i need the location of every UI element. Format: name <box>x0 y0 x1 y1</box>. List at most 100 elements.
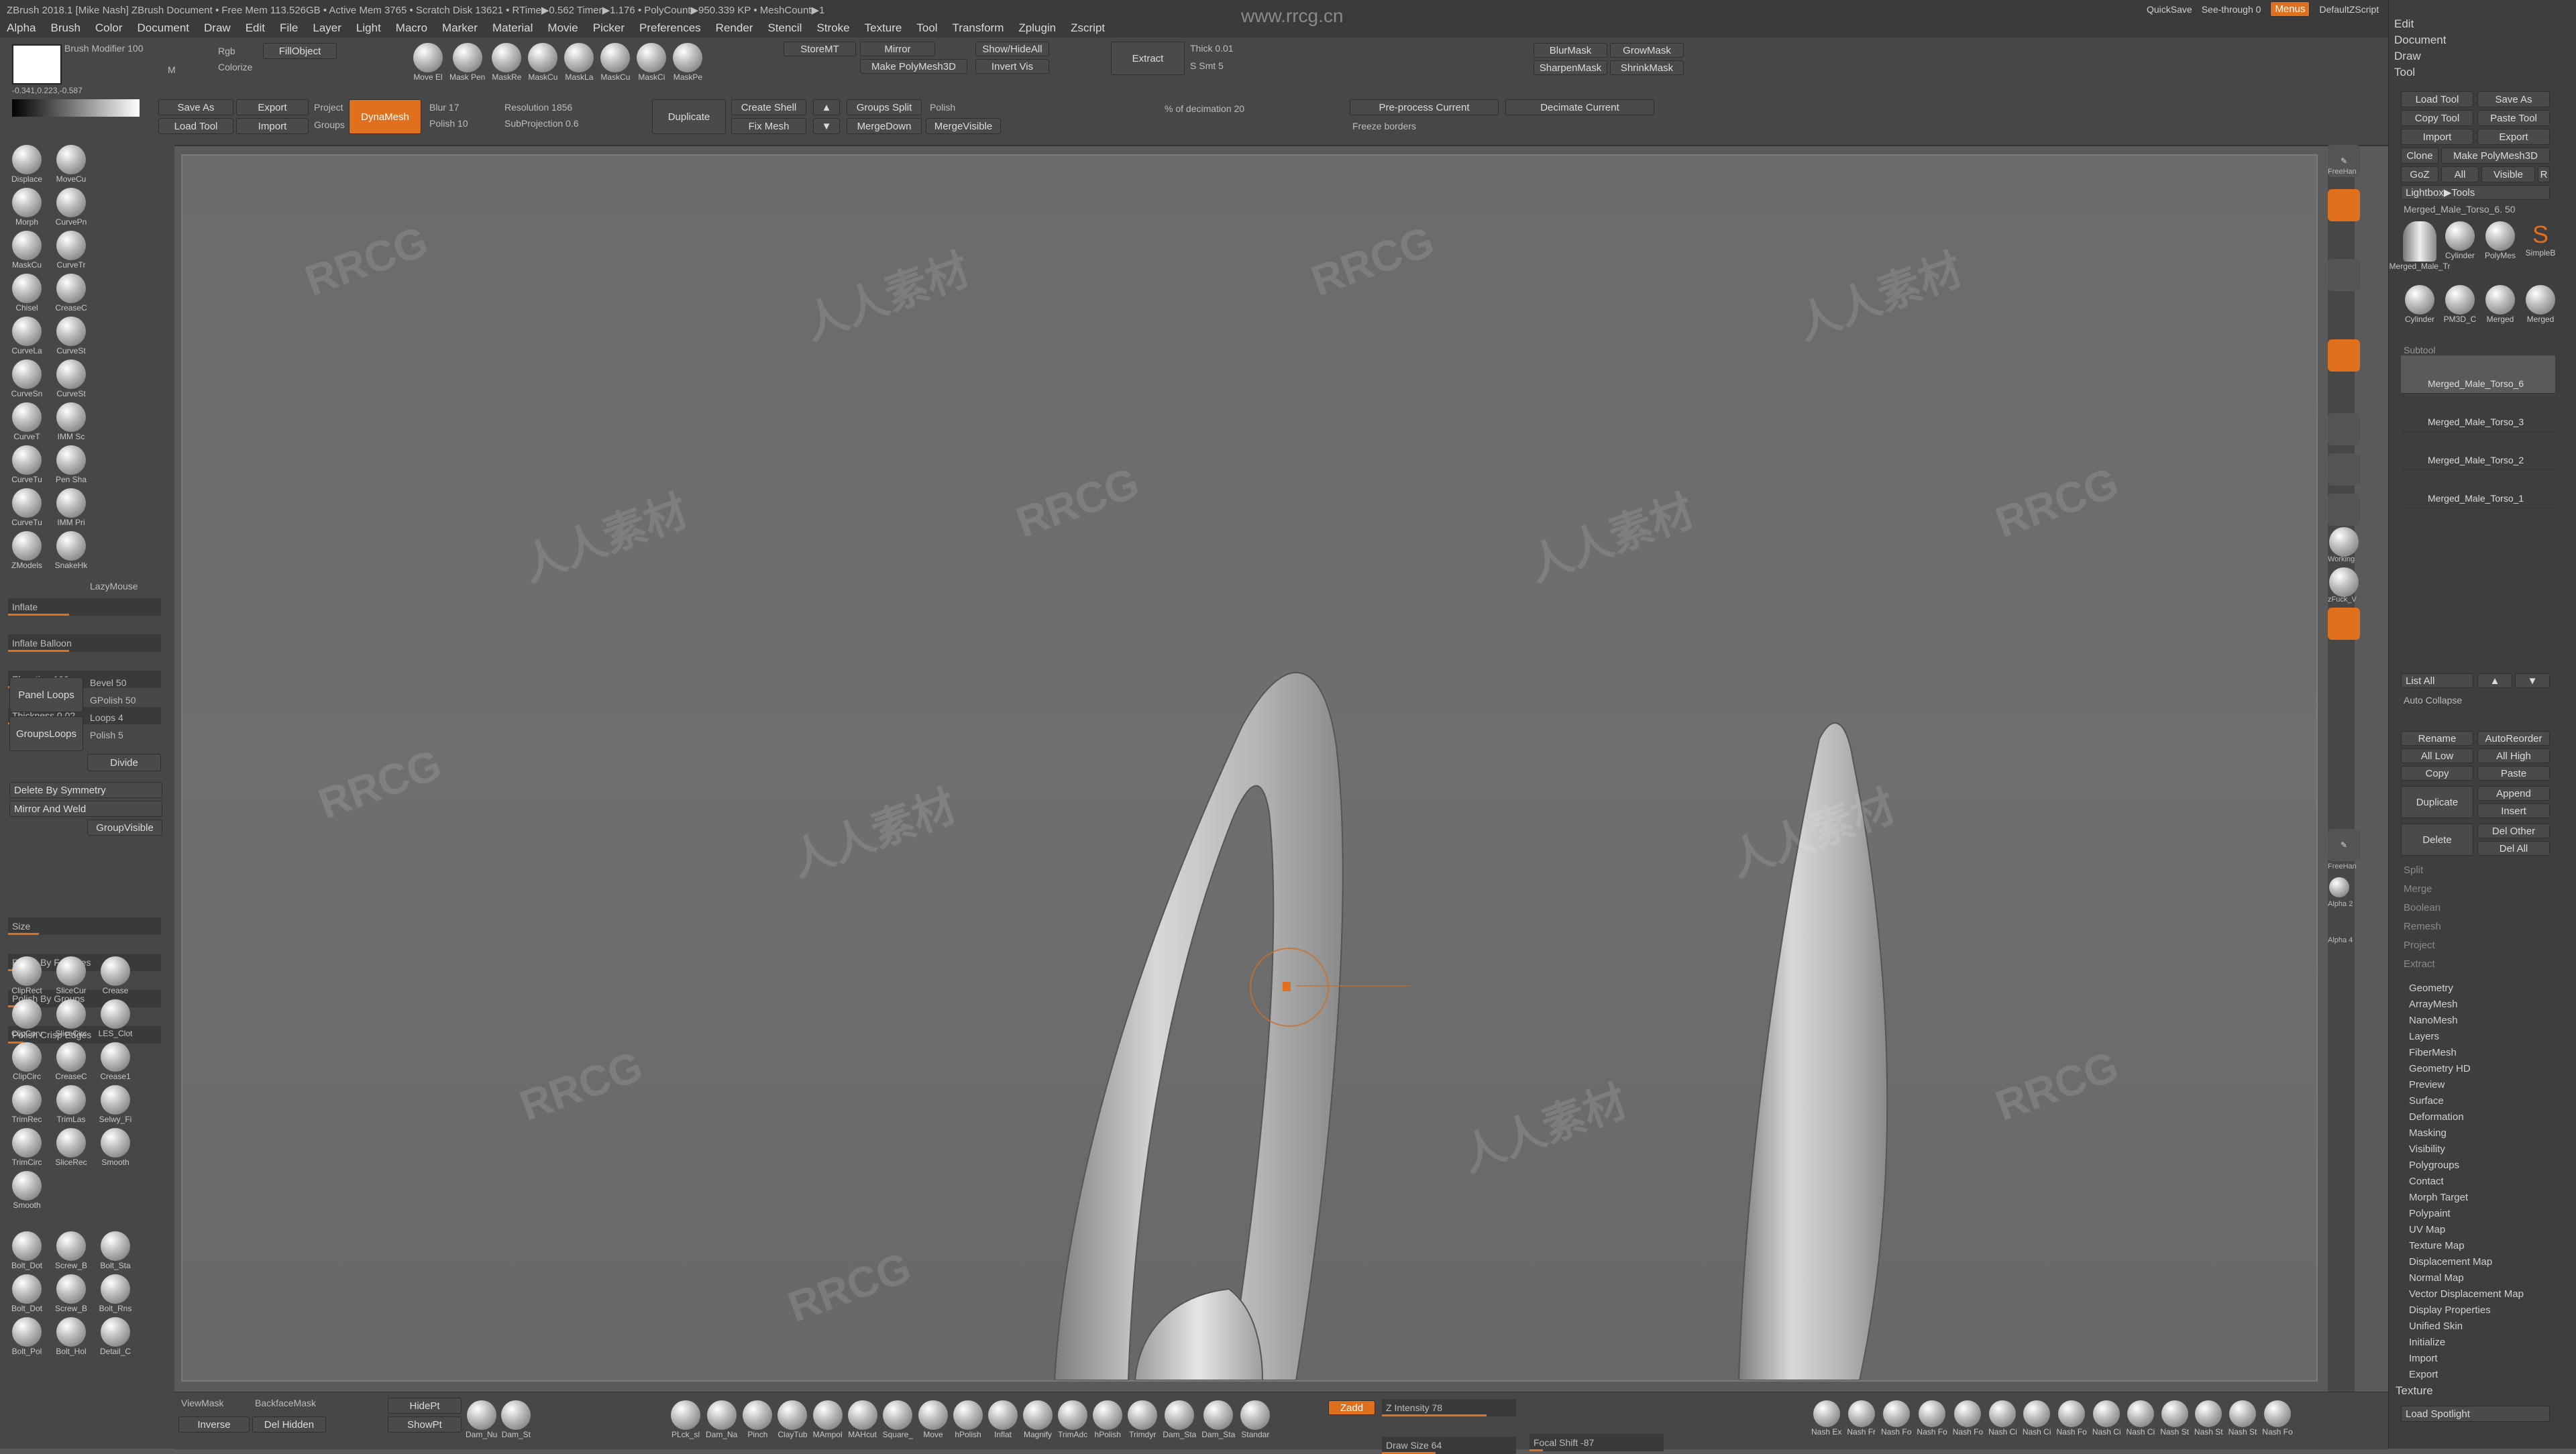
polish-button[interactable]: Polish <box>930 102 955 113</box>
freehand-stroke-icon[interactable]: ✎ <box>2328 829 2360 861</box>
brush-bolt-dot[interactable]: Bolt_Dot <box>8 1231 46 1270</box>
fix-mesh-button[interactable]: Fix Mesh <box>731 118 806 134</box>
insert-button[interactable]: Insert <box>2477 803 2550 818</box>
brush-maskcu[interactable]: MaskCu <box>528 43 557 82</box>
menu-material[interactable]: Material <box>492 21 533 35</box>
goz-visible-button[interactable]: Visible <box>2481 166 2535 182</box>
section-arraymesh[interactable]: ArrayMesh <box>2409 997 2524 1013</box>
split-item[interactable]: Split <box>2404 861 2441 880</box>
menu-file[interactable]: File <box>280 21 298 35</box>
subprojection-slider[interactable]: SubProjection 0.6 <box>504 118 579 129</box>
zadd-button[interactable]: Zadd <box>1328 1400 1375 1415</box>
section-contact[interactable]: Contact <box>2409 1174 2524 1190</box>
export-button-right[interactable]: Export <box>2477 129 2550 145</box>
brush-mampol[interactable]: MAmpol <box>812 1400 843 1439</box>
brush-nash-ci-4[interactable]: Nash Ci <box>2127 1400 2155 1437</box>
groupsloops-button[interactable]: GroupsLoops <box>9 716 83 751</box>
resolution-slider[interactable]: Resolution 1856 <box>504 102 572 113</box>
extract-item[interactable]: Extract <box>2404 955 2441 974</box>
brush-imm-sc[interactable]: IMM Sc <box>52 402 90 441</box>
arrow-up-icon[interactable]: ▲ <box>813 99 840 115</box>
delete-by-symmetry-button[interactable]: Delete By Symmetry <box>9 782 162 798</box>
brush-dam-na[interactable]: Dam_Na <box>706 1400 737 1439</box>
brush-curvetu-2[interactable]: CurveTu <box>8 488 46 527</box>
palette-draw[interactable]: Draw <box>2394 48 2446 64</box>
tool-thumb-cylinder-2[interactable]: Cylinder <box>2401 285 2438 335</box>
brush-curvela[interactable]: CurveLa <box>8 317 46 355</box>
arrow-down-icon[interactable]: ▼ <box>2515 673 2550 688</box>
section-export[interactable]: Export <box>2409 1367 2524 1383</box>
brush-bolt-rns[interactable]: Bolt_Rns <box>97 1274 134 1313</box>
freeze-borders-toggle[interactable]: Freeze borders <box>1352 121 1416 131</box>
draw-size-slider[interactable]: Draw Size 64 <box>1382 1437 1516 1454</box>
menu-preferences[interactable]: Preferences <box>639 21 701 35</box>
hidept-button[interactable]: HidePt <box>388 1398 462 1414</box>
showpt-button[interactable]: ShowPt <box>388 1416 462 1433</box>
blurmask-button[interactable]: BlurMask <box>1534 43 1607 58</box>
rename-button[interactable]: Rename <box>2401 731 2473 746</box>
make-polymesh-button-right[interactable]: Make PolyMesh3D <box>2441 148 2550 164</box>
brush-trimdyr[interactable]: Trimdyr <box>1128 1400 1158 1439</box>
section-geometry-hd[interactable]: Geometry HD <box>2409 1061 2524 1077</box>
palette-edit[interactable]: Edit <box>2394 16 2446 32</box>
decimation-slider[interactable]: % of decimation 20 <box>1165 103 1244 114</box>
quicksave-button[interactable]: QuickSave <box>2147 4 2192 15</box>
section-vector-displacement-map[interactable]: Vector Displacement Map <box>2409 1286 2524 1302</box>
load-spotlight-button[interactable]: Load Spotlight <box>2401 1406 2550 1422</box>
brush-move[interactable]: Move <box>918 1400 948 1439</box>
color-swatch[interactable] <box>12 44 62 85</box>
brush-nash-fo-2[interactable]: Nash Fo <box>1917 1400 1947 1437</box>
section-masking[interactable]: Masking <box>2409 1125 2524 1141</box>
brush-imm-pri[interactable]: IMM Pri <box>52 488 90 527</box>
brush-crease[interactable]: Crease <box>97 956 134 995</box>
brush-nash-fo-3[interactable]: Nash Fo <box>1953 1400 1983 1437</box>
brush-trimlas[interactable]: TrimLas <box>52 1085 90 1124</box>
floor-icon[interactable] <box>2328 259 2360 291</box>
brush-dam-st[interactable]: Dam_St <box>501 1400 531 1439</box>
brush-creasec[interactable]: CreaseC <box>52 274 90 313</box>
mergedown-button[interactable]: MergeDown <box>847 118 922 134</box>
brush-detail-c[interactable]: Detail_C <box>97 1317 134 1356</box>
section-deformation[interactable]: Deformation <box>2409 1109 2524 1125</box>
brush-pinch[interactable]: Pinch <box>743 1400 773 1439</box>
inverse-button[interactable]: Inverse <box>178 1416 250 1433</box>
divide-button[interactable]: Divide <box>87 754 161 771</box>
polyf-icon[interactable] <box>2328 608 2360 640</box>
invert-vis-button[interactable]: Invert Vis <box>975 59 1049 74</box>
brush-slicecirc[interactable]: SliceCirc <box>52 999 90 1038</box>
current-tool-slider[interactable]: Merged_Male_Torso_6. 50 <box>2404 204 2516 215</box>
menu-alpha[interactable]: Alpha <box>7 21 36 35</box>
section-morph-target[interactable]: Morph Target <box>2409 1190 2524 1206</box>
brush-maskla[interactable]: MaskLa <box>564 43 594 82</box>
arrow-down-icon[interactable]: ▼ <box>813 118 840 134</box>
brush-hpolish[interactable]: hPolish <box>953 1400 983 1439</box>
gradient-bar[interactable] <box>12 99 140 117</box>
brush-modifier-label[interactable]: Brush Modifier 100 <box>64 43 144 54</box>
brush-maskcu-2[interactable]: MaskCu <box>600 43 630 82</box>
section-geometry[interactable]: Geometry <box>2409 981 2524 997</box>
show-hide-all-button[interactable]: Show/HideAll <box>975 42 1049 56</box>
brush-clipcirc[interactable]: ClipCirc <box>8 1042 46 1081</box>
goz-button[interactable]: GoZ <box>2401 166 2438 182</box>
brush-curvetu[interactable]: CurveTu <box>8 445 46 484</box>
brush-trimadc[interactable]: TrimAdc <box>1058 1400 1087 1439</box>
brush-curvet[interactable]: CurveT <box>8 402 46 441</box>
menu-transform[interactable]: Transform <box>953 21 1004 35</box>
section-visibility[interactable]: Visibility <box>2409 1141 2524 1158</box>
m-toggle[interactable]: M <box>168 64 176 75</box>
brush-plck-sl[interactable]: PLck_sl <box>671 1400 700 1439</box>
brush-hpolish-2[interactable]: hPolish <box>1093 1400 1123 1439</box>
arrow-up-icon[interactable]: ▲ <box>2477 673 2512 688</box>
section-displacement-map[interactable]: Displacement Map <box>2409 1254 2524 1270</box>
brush-les-clot[interactable]: LES_Clot <box>97 999 134 1038</box>
clone-button[interactable]: Clone <box>2401 148 2438 164</box>
menu-color[interactable]: Color <box>95 21 123 35</box>
section-normal-map[interactable]: Normal Map <box>2409 1270 2524 1286</box>
subtool-row[interactable]: Merged_Male_Torso_1 <box>2401 470 2555 508</box>
brush-movecu[interactable]: MoveCu <box>52 145 90 184</box>
menu-stroke[interactable]: Stroke <box>816 21 849 35</box>
brush-mahcut[interactable]: MAHcut <box>847 1400 877 1439</box>
del-all-button[interactable]: Del All <box>2477 841 2550 856</box>
import-button[interactable]: Import <box>236 118 309 134</box>
export-button[interactable]: Export <box>236 99 309 115</box>
